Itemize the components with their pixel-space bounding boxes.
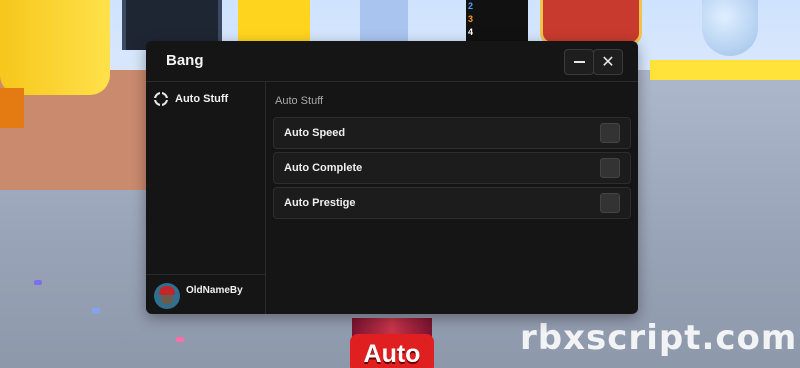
yellow-block-right <box>650 60 800 80</box>
toggle-label: Auto Complete <box>284 162 363 174</box>
window-title: Bang <box>166 52 204 69</box>
orange-post <box>0 88 24 128</box>
auto-prestige-checkbox[interactable] <box>600 193 620 213</box>
auto-complete-checkbox[interactable] <box>600 158 620 178</box>
close-button[interactable]: ✕ <box>593 49 623 75</box>
confetti <box>34 280 42 285</box>
close-icon: ✕ <box>601 52 615 71</box>
minimize-icon <box>573 61 585 63</box>
watermark: rbxscript.com <box>520 318 798 358</box>
toggle-auto-complete[interactable]: Auto Complete <box>273 152 631 184</box>
script-window: Bang ✕ Auto Stuff OldNameBy Auto Stuff A… <box>146 41 638 314</box>
toggle-label: Auto Prestige <box>284 197 356 209</box>
yellow-block-left <box>0 0 110 95</box>
content-panel: Auto Stuff Auto Speed Auto Complete Auto… <box>266 81 638 314</box>
minimize-button[interactable] <box>564 49 594 75</box>
user-profile: OldNameBy <box>146 274 265 314</box>
confetti <box>92 308 100 313</box>
confetti <box>176 337 184 342</box>
username: OldNameBy <box>186 285 243 296</box>
sidebar-item-label: Auto Stuff <box>175 93 229 105</box>
leaderboard-board: 2 3 4 <box>466 0 528 42</box>
toggle-auto-speed[interactable]: Auto Speed <box>273 117 631 149</box>
toggle-auto-prestige[interactable]: Auto Prestige <box>273 187 631 219</box>
leaderboard-rank: 2 <box>468 1 474 11</box>
sidebar-item-auto-stuff[interactable]: Auto Stuff <box>152 89 229 109</box>
sidebar: Auto Stuff OldNameBy <box>146 81 266 314</box>
game-auto-button[interactable]: Auto <box>350 334 434 368</box>
title-bar[interactable]: Bang ✕ <box>146 41 638 82</box>
auto-speed-checkbox[interactable] <box>600 123 620 143</box>
avatar <box>154 283 180 309</box>
treasure-chest <box>540 0 642 45</box>
toggle-label: Auto Speed <box>284 127 346 139</box>
blue-bulb <box>702 0 758 56</box>
crosshair-icon <box>152 90 170 108</box>
section-title: Auto Stuff <box>275 95 324 107</box>
leaderboard-rank: 4 <box>468 27 474 37</box>
leaderboard-rank: 3 <box>468 14 474 24</box>
